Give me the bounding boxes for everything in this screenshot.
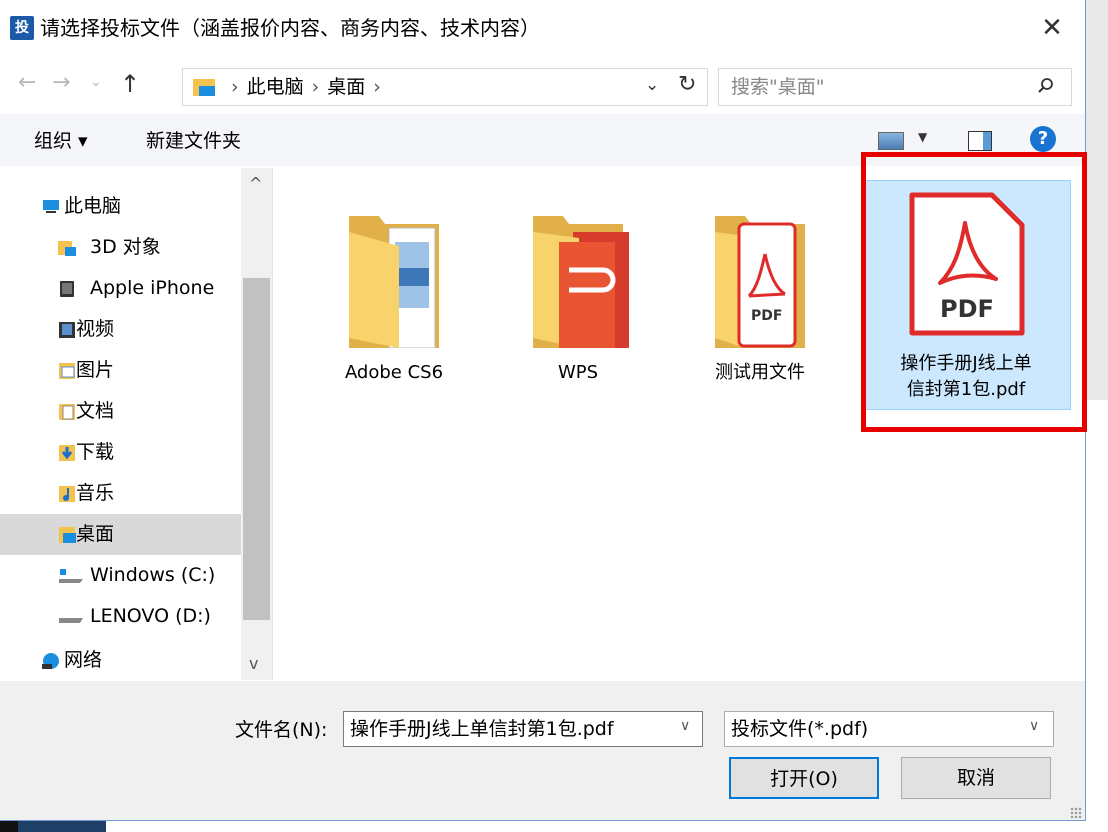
sidebar-scrollbar[interactable]: ^ v [241, 168, 272, 680]
sidebar-item-network[interactable]: 网络 [0, 640, 241, 680]
video-icon [59, 322, 75, 338]
scroll-down-icon[interactable]: v [249, 654, 258, 673]
documents-icon [59, 404, 75, 420]
new-folder-button[interactable]: 新建文件夹 [146, 128, 241, 154]
network-icon [42, 653, 59, 669]
search-input[interactable]: 搜索"桌面" [731, 74, 824, 100]
scrollbar-thumb[interactable] [243, 278, 270, 620]
cancel-button[interactable]: 取消 [901, 757, 1051, 799]
open-button[interactable]: 打开(O) [729, 757, 879, 799]
folder-wps[interactable]: WPS [487, 178, 669, 383]
sidebar-item-label: 音乐 [76, 482, 115, 504]
sidebar-item-label: 图片 [76, 359, 115, 381]
file-label: WPS [557, 362, 599, 383]
folder-icon [533, 216, 629, 348]
scroll-up-icon[interactable]: ^ [249, 174, 262, 193]
computer-icon [43, 200, 59, 213]
breadcrumb-separator[interactable]: › [223, 76, 247, 98]
help-icon[interactable]: ? [1030, 126, 1056, 152]
taskbar-blue [18, 821, 106, 832]
recent-locations-icon[interactable]: ⌄ [90, 74, 102, 90]
sidebar-item-label: 文档 [76, 400, 115, 422]
annotation-highlight-box [861, 152, 1087, 432]
downloads-icon [59, 445, 75, 461]
drive-icon [59, 618, 83, 623]
dialog-title: 请选择投标文件（涵盖报价内容、商务内容、技术内容） [40, 16, 540, 40]
desktop-icon [59, 527, 76, 543]
filename-label: 文件名(N): [235, 719, 328, 741]
background-window-strip [1086, 0, 1108, 400]
breadcrumb-this-pc[interactable]: 此电脑 [247, 76, 304, 98]
sidebar-item-3d-objects[interactable]: 3D 对象 [0, 227, 241, 268]
phone-icon [60, 281, 74, 297]
chevron-down-icon[interactable]: ∨ [1029, 718, 1039, 734]
dialog-footer: 文件名(N): 操作手册J线上单信封第1包.pdf ∨ 投标文件(*.pdf) … [0, 681, 1085, 820]
filename-input[interactable]: 操作手册J线上单信封第1包.pdf ∨ [343, 711, 703, 747]
sidebar-item-documents[interactable]: 文档 [0, 391, 241, 432]
sidebar-item-windows-c[interactable]: Windows (C:) [0, 555, 241, 596]
forward-icon[interactable]: → [52, 70, 70, 95]
sidebar-item-label: Windows (C:) [90, 564, 216, 586]
up-icon[interactable]: ↑ [120, 70, 140, 98]
filetype-value[interactable]: 投标文件(*.pdf) [731, 716, 868, 742]
file-label: Adobe CS6 [344, 362, 444, 383]
folder-test-files[interactable]: PDF 测试用文件 [669, 178, 851, 383]
sidebar-item-label: 网络 [64, 649, 103, 671]
organize-menu[interactable]: 组织 ▾ [34, 128, 88, 154]
filetype-select[interactable]: 投标文件(*.pdf) ∨ [724, 711, 1054, 747]
filename-value[interactable]: 操作手册J线上单信封第1包.pdf [350, 716, 614, 742]
desktop-folder-icon [193, 79, 215, 96]
resize-grip-icon[interactable] [1070, 807, 1082, 819]
sidebar-item-videos[interactable]: 视频 [0, 309, 241, 350]
sidebar-item-label: 视频 [76, 318, 115, 340]
view-dropdown-icon[interactable]: ▼ [918, 130, 927, 144]
navigation-pane[interactable]: 此电脑 3D 对象 Apple iPhone 视频 图片 文档 下载 音乐 桌面… [0, 168, 273, 680]
3d-objects-icon [58, 241, 76, 256]
svg-text:PDF: PDF [751, 308, 782, 324]
address-bar[interactable]: › 此电脑 › 桌面 › ⌄ [182, 68, 708, 106]
drive-icon [59, 569, 83, 583]
sidebar-item-desktop[interactable]: 桌面 [0, 514, 241, 555]
search-icon [1038, 78, 1053, 93]
breadcrumb-separator[interactable]: › [365, 76, 389, 98]
sidebar-item-label: LENOVO (D:) [90, 605, 211, 627]
pictures-icon [59, 363, 75, 379]
folder-icon [349, 216, 439, 348]
view-options-icon[interactable] [878, 132, 904, 150]
preview-pane-icon[interactable] [968, 131, 992, 151]
close-button[interactable]: ✕ [1030, 8, 1074, 48]
sidebar-item-pictures[interactable]: 图片 [0, 350, 241, 391]
file-label: 测试用文件 [715, 362, 805, 383]
address-dropdown-icon[interactable]: ⌄ [645, 75, 659, 95]
music-icon [59, 486, 75, 502]
sidebar-item-lenovo-d[interactable]: LENOVO (D:) [0, 596, 241, 637]
taskbar-edge [0, 821, 1108, 832]
back-icon[interactable]: ← [18, 70, 36, 95]
folder-icon: PDF [715, 216, 805, 348]
sidebar-item-downloads[interactable]: 下载 [0, 432, 241, 473]
refresh-icon[interactable]: ↻ [678, 72, 696, 97]
sidebar-item-label: Apple iPhone [90, 277, 215, 299]
sidebar-item-label: 下载 [76, 441, 115, 463]
app-icon: 投 [10, 16, 34, 40]
search-box[interactable]: 搜索"桌面" [718, 68, 1072, 106]
chevron-down-icon[interactable]: ∨ [680, 718, 690, 734]
sidebar-item-this-pc[interactable]: 此电脑 [0, 186, 241, 227]
background-window-edge [1086, 0, 1108, 832]
folder-adobe-cs6[interactable]: Adobe CS6 [303, 178, 485, 383]
navigation-bar: ← → ⌄ ↑ › 此电脑 › 桌面 › ⌄ ↻ 搜索"桌面" [0, 60, 1085, 112]
sidebar-item-apple-iphone[interactable]: Apple iPhone [0, 268, 241, 309]
sidebar-item-label: 3D 对象 [90, 236, 161, 258]
breadcrumb: › 此电脑 › 桌面 › [223, 74, 389, 100]
breadcrumb-desktop[interactable]: 桌面 [327, 76, 365, 98]
breadcrumb-separator[interactable]: › [304, 76, 328, 98]
sidebar-item-music[interactable]: 音乐 [0, 473, 241, 514]
title-bar: 投 请选择投标文件（涵盖报价内容、商务内容、技术内容） ✕ [0, 0, 1085, 58]
sidebar-item-label: 桌面 [76, 523, 115, 545]
sidebar-item-label: 此电脑 [64, 195, 122, 217]
taskbar-dark [0, 821, 18, 832]
